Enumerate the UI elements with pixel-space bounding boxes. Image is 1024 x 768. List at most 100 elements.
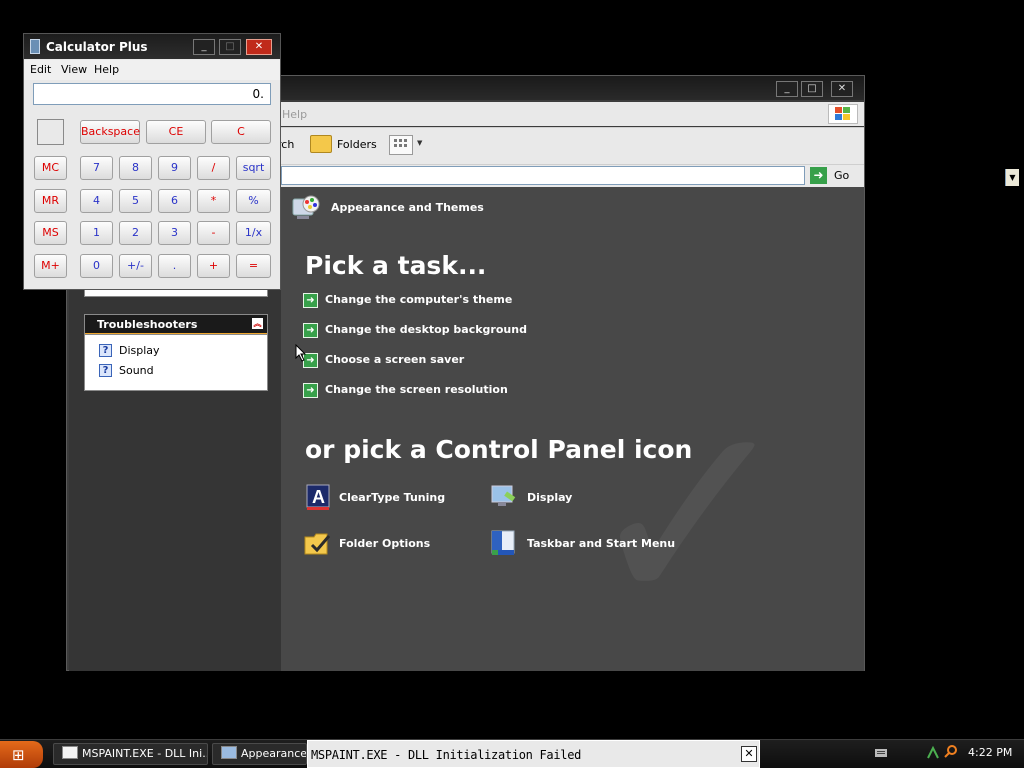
- collapse-chevron-icon[interactable]: ︽: [252, 318, 263, 329]
- appearance-themes-icon: [291, 195, 321, 221]
- calculator-window: Calculator Plus _ □ ✕ Edit View Help 0. …: [23, 33, 281, 290]
- add-key[interactable]: +: [197, 254, 230, 278]
- network-icon[interactable]: [926, 745, 940, 763]
- go-arrow-icon: ➜: [810, 167, 827, 184]
- memory-add-key[interactable]: M+: [34, 254, 67, 278]
- control-panel-icon: [221, 746, 237, 759]
- cp-icon-cleartype-tuning[interactable]: A ClearType Tuning: [303, 482, 483, 514]
- clock[interactable]: 4:22 PM: [968, 746, 1012, 759]
- views-dropdown-arrow-icon[interactable]: ▼: [417, 139, 422, 147]
- key-0[interactable]: 0: [80, 254, 113, 278]
- calculator-menubar: Edit View Help: [24, 60, 280, 80]
- subtract-key[interactable]: -: [197, 221, 230, 245]
- help-icon: ?: [99, 344, 112, 357]
- equals-key[interactable]: =: [236, 254, 271, 278]
- minimize-button[interactable]: _: [193, 39, 215, 55]
- troubleshooters-header[interactable]: Troubleshooters ︽: [84, 314, 268, 335]
- sqrt-key[interactable]: sqrt: [236, 156, 271, 180]
- window-icon: [62, 746, 78, 759]
- decimal-key[interactable]: .: [158, 254, 191, 278]
- sign-key[interactable]: +/-: [119, 254, 152, 278]
- svg-text:A: A: [312, 487, 325, 507]
- pick-task-heading: Pick a task...: [305, 251, 487, 280]
- folder-options-icon: [303, 528, 333, 558]
- taskbar-start-menu-icon: [489, 528, 519, 558]
- menu-view[interactable]: View: [61, 63, 87, 76]
- memory-recall-key[interactable]: MR: [34, 189, 67, 213]
- taskbar-button-label: MSPAINT.EXE - DLL Ini...: [82, 747, 208, 760]
- troubleshooters-list: ? Display ? Sound: [84, 334, 268, 391]
- key-4[interactable]: 4: [80, 189, 113, 213]
- windows-logo-icon: ⊞: [12, 746, 25, 764]
- key-9[interactable]: 9: [158, 156, 191, 180]
- control-panel-content: ✓ Appearance and Themes Pick a task... ➜…: [281, 187, 864, 671]
- help-icon: ?: [99, 364, 112, 377]
- reciprocal-key[interactable]: 1/x: [236, 221, 271, 245]
- green-arrow-icon: ➜: [303, 383, 318, 398]
- dll-error-notification[interactable]: MSPAINT.EXE - DLL Initialization Failed …: [307, 740, 760, 768]
- taskbar-button-mspaint[interactable]: MSPAINT.EXE - DLL Ini...: [53, 743, 208, 765]
- folders-icon[interactable]: [310, 135, 332, 153]
- cp-icon-taskbar-start-menu[interactable]: Taskbar and Start Menu: [489, 528, 689, 560]
- key-3[interactable]: 3: [158, 221, 191, 245]
- backspace-key[interactable]: Backspace: [80, 120, 140, 144]
- address-dropdown-icon[interactable]: ▼: [1005, 169, 1019, 186]
- watermark-check-icon: ✓: [581, 366, 799, 668]
- taskbar-button-appearance[interactable]: Appearance a: [212, 743, 307, 765]
- windows-flag-icon: [828, 104, 858, 124]
- maximize-button[interactable]: □: [219, 39, 241, 55]
- troubleshooter-label: Sound: [119, 364, 154, 377]
- key-2[interactable]: 2: [119, 221, 152, 245]
- cleartype-icon: A: [303, 482, 333, 512]
- key-1[interactable]: 1: [80, 221, 113, 245]
- folders-button[interactable]: Folders: [337, 138, 377, 151]
- calculator-display[interactable]: 0.: [33, 83, 271, 105]
- cp-icon-display[interactable]: Display: [489, 482, 649, 514]
- cp-icon-label: Folder Options: [339, 537, 431, 550]
- notification-text: MSPAINT.EXE - DLL Initialization Failed: [311, 748, 582, 762]
- address-input[interactable]: ▼: [281, 166, 1019, 186]
- close-button[interactable]: ✕: [246, 39, 272, 55]
- minimize-button[interactable]: _: [776, 81, 798, 97]
- green-arrow-icon: ➜: [303, 323, 318, 338]
- key-6[interactable]: 6: [158, 189, 191, 213]
- task-label: Change the desktop background: [325, 323, 527, 336]
- key-8[interactable]: 8: [119, 156, 152, 180]
- calculator-title: Calculator Plus: [46, 40, 148, 54]
- keyboard-icon[interactable]: [874, 747, 888, 762]
- green-arrow-icon: ➜: [303, 293, 318, 308]
- cp-icon-folder-options[interactable]: Folder Options: [303, 528, 483, 560]
- key-5[interactable]: 5: [119, 189, 152, 213]
- memory-store-key[interactable]: MS: [34, 221, 67, 245]
- display-icon: [489, 482, 519, 512]
- task-label: Choose a screen saver: [325, 353, 465, 366]
- start-button[interactable]: ⊞: [0, 741, 43, 768]
- go-button[interactable]: ➜ Go: [810, 166, 858, 185]
- troubleshooters-title: Troubleshooters: [97, 318, 198, 331]
- memory-indicator: [37, 119, 64, 145]
- menu-help[interactable]: Help: [94, 63, 119, 76]
- views-grid-icon[interactable]: [389, 135, 413, 155]
- system-tray: 4:22 PM: [866, 739, 1024, 768]
- taskbar-button-label: Appearance a: [241, 747, 307, 760]
- menu-help[interactable]: Help: [282, 108, 307, 121]
- memory-clear-key[interactable]: MC: [34, 156, 67, 180]
- search-magnifier-icon[interactable]: [944, 745, 958, 762]
- task-label: Change the screen resolution: [325, 383, 508, 396]
- troubleshooter-label: Display: [119, 344, 160, 357]
- close-button[interactable]: ✕: [831, 81, 853, 97]
- clear-key[interactable]: C: [211, 120, 271, 144]
- divide-key[interactable]: /: [197, 156, 230, 180]
- menu-edit[interactable]: Edit: [30, 63, 51, 76]
- notification-close-button[interactable]: ✕: [741, 746, 757, 762]
- task-label: Change the computer's theme: [325, 293, 513, 306]
- calculator-titlebar[interactable]: Calculator Plus _ □ ✕: [24, 34, 280, 59]
- go-label: Go: [834, 169, 850, 182]
- percent-key[interactable]: %: [236, 189, 271, 213]
- category-title: Appearance and Themes: [331, 201, 484, 214]
- calculator-icon: [30, 39, 40, 54]
- key-7[interactable]: 7: [80, 156, 113, 180]
- maximize-button[interactable]: □: [801, 81, 823, 97]
- clear-entry-key[interactable]: CE: [146, 120, 206, 144]
- multiply-key[interactable]: *: [197, 189, 230, 213]
